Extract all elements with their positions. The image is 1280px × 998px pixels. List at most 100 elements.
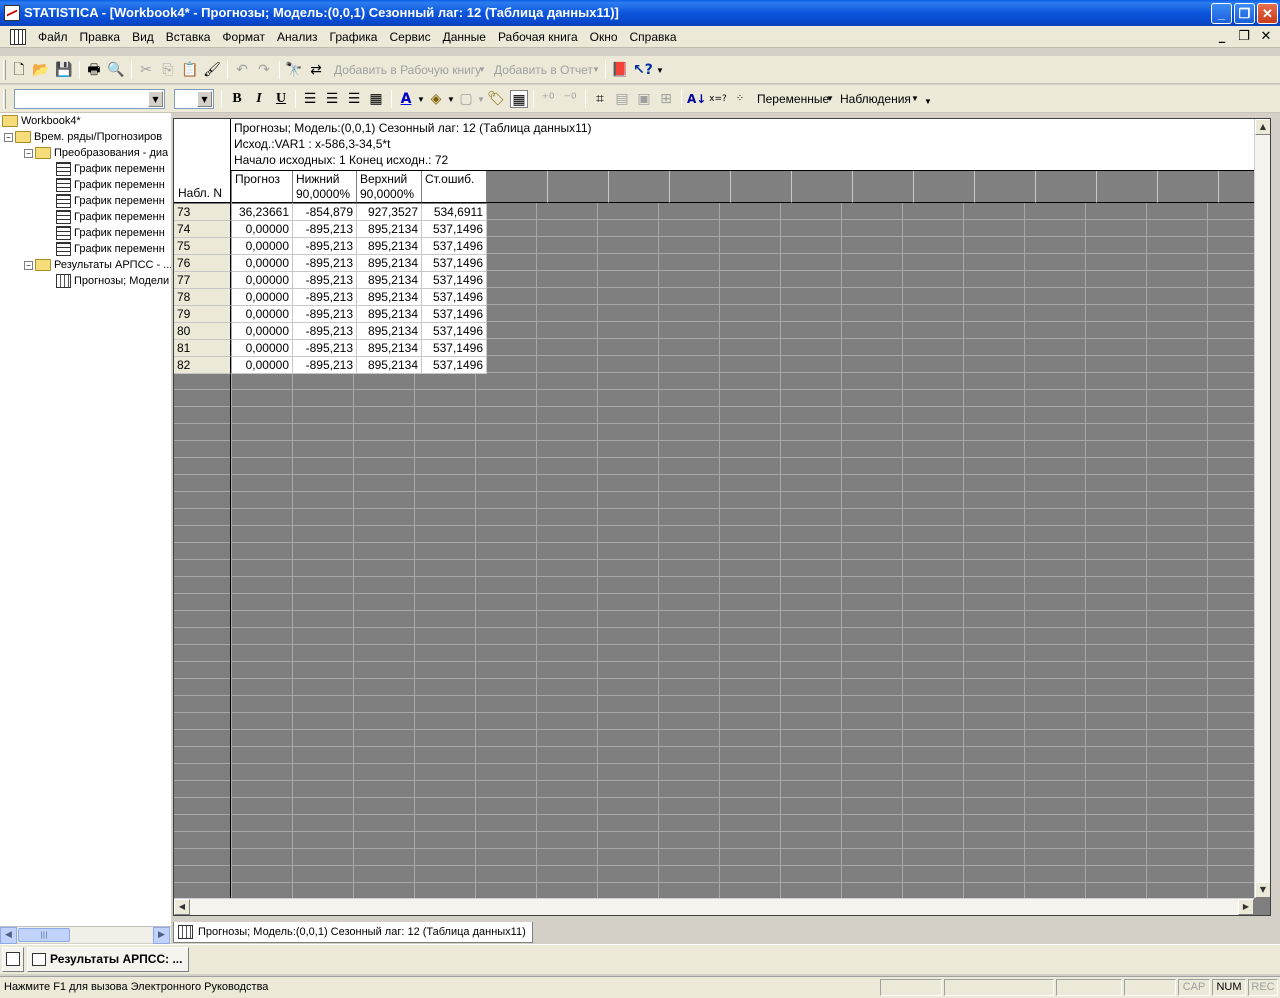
variables-menu-button[interactable]: Переменные bbox=[757, 92, 829, 106]
chevron-down-icon[interactable]: ▼ bbox=[477, 95, 485, 104]
align-left-icon[interactable]: ☰ bbox=[301, 90, 319, 108]
table-cell[interactable]: 895,2134 bbox=[357, 306, 422, 323]
tree-item-graph[interactable]: График переменн bbox=[56, 161, 165, 177]
corner-cell[interactable]: Набл. N bbox=[174, 119, 231, 203]
table-cell[interactable]: 537,1496 bbox=[422, 272, 487, 289]
crop-icon[interactable]: ⌗ bbox=[591, 90, 609, 108]
tree-item-graph[interactable]: График переменн bbox=[56, 225, 165, 241]
print-table-icon[interactable]: ⊞ bbox=[657, 90, 675, 108]
sheet-tab[interactable]: Прогнозы; Модель:(0,0,1) Сезонный лаг: 1… bbox=[173, 922, 533, 943]
scroll-thumb[interactable]: ||| bbox=[18, 928, 70, 942]
document-icon[interactable] bbox=[10, 29, 26, 45]
table-cell[interactable]: 0,00000 bbox=[232, 323, 293, 340]
scroll-up-icon[interactable]: ▲ bbox=[1255, 119, 1270, 135]
table-cell[interactable]: 537,1496 bbox=[422, 255, 487, 272]
table-cell[interactable]: 537,1496 bbox=[422, 306, 487, 323]
chevron-down-icon[interactable]: ▼ bbox=[417, 95, 425, 104]
column-header[interactable]: Прогноз bbox=[232, 171, 293, 203]
table-cell[interactable]: 0,00000 bbox=[232, 289, 293, 306]
column-header[interactable]: Верхний 90,0000% bbox=[357, 171, 422, 203]
align-right-icon[interactable]: ☰ bbox=[345, 90, 363, 108]
table-cell[interactable]: 537,1496 bbox=[422, 323, 487, 340]
open-folder-icon[interactable]: 📂 bbox=[32, 61, 50, 79]
chevron-down-icon[interactable]: ▼ bbox=[478, 65, 486, 74]
menu-item[interactable]: Справка bbox=[624, 30, 683, 44]
tree-item-graph[interactable]: График переменн bbox=[56, 209, 165, 225]
menu-item[interactable]: Сервис bbox=[383, 30, 436, 44]
empty-column-header[interactable] bbox=[670, 171, 731, 203]
fill-color-icon[interactable]: ◈ bbox=[427, 90, 445, 108]
menu-item[interactable]: Рабочая книга bbox=[492, 30, 584, 44]
window-button-arima-results[interactable]: Результаты АРПСС: ... bbox=[27, 947, 190, 972]
table-cell[interactable]: 0,00000 bbox=[232, 306, 293, 323]
empty-column-header[interactable] bbox=[853, 171, 914, 203]
table-cell[interactable]: 0,00000 bbox=[232, 272, 293, 289]
empty-column-header[interactable] bbox=[1158, 171, 1219, 203]
statistica-window-button[interactable] bbox=[2, 947, 24, 972]
mdi-restore-button[interactable]: ❐ bbox=[1234, 28, 1254, 46]
add-to-workbook-button[interactable]: Добавить в Рабочую книгу bbox=[334, 63, 481, 77]
menu-item[interactable]: Вставка bbox=[160, 30, 217, 44]
menu-item[interactable]: Файл bbox=[32, 30, 74, 44]
borders-icon[interactable]: ▢ bbox=[457, 90, 475, 108]
table-cell[interactable]: -895,213 bbox=[293, 357, 357, 374]
tree-item-graph[interactable]: График переменн bbox=[56, 241, 165, 257]
chevron-down-icon[interactable]: ▼ bbox=[826, 94, 834, 103]
copy-icon[interactable]: ⎘ bbox=[159, 61, 177, 79]
table-options-icon[interactable]: ▣ bbox=[635, 90, 653, 108]
collapse-icon[interactable]: − bbox=[4, 132, 13, 142]
format-painter-icon[interactable]: 🖌 bbox=[203, 61, 221, 79]
empty-column-header[interactable] bbox=[792, 171, 853, 203]
table-cell[interactable]: 537,1496 bbox=[422, 340, 487, 357]
table-cell[interactable]: -895,213 bbox=[293, 289, 357, 306]
table-cell[interactable]: 537,1496 bbox=[422, 357, 487, 374]
row-header[interactable]: 82 bbox=[174, 357, 231, 374]
empty-column-header[interactable] bbox=[975, 171, 1036, 203]
collapse-icon[interactable]: − bbox=[24, 148, 33, 158]
empty-column-header[interactable] bbox=[914, 171, 975, 203]
table-cell[interactable]: 895,2134 bbox=[357, 238, 422, 255]
statistica-app-icon[interactable] bbox=[4, 5, 20, 21]
empty-column-header[interactable] bbox=[487, 171, 548, 203]
table-cell[interactable]: 0,00000 bbox=[232, 221, 293, 238]
empty-column-header[interactable] bbox=[1097, 171, 1158, 203]
row-header[interactable]: 76 bbox=[174, 255, 231, 272]
format-dialog-icon[interactable]: ▦ bbox=[367, 90, 385, 108]
tree-group-timeseries[interactable]: − Врем. ряды/Прогнозиров bbox=[4, 129, 162, 145]
redo-icon[interactable]: ↷ bbox=[255, 61, 273, 79]
row-header[interactable]: 78 bbox=[174, 289, 231, 306]
save-icon[interactable]: 💾 bbox=[55, 61, 73, 79]
print-icon[interactable]: 🖶 bbox=[85, 61, 103, 79]
tree-item-graph[interactable]: График переменн bbox=[56, 177, 165, 193]
chevron-down-icon[interactable]: ▼ bbox=[148, 91, 163, 107]
row-header[interactable]: 77 bbox=[174, 272, 231, 289]
paste-icon[interactable]: 📋 bbox=[181, 61, 199, 79]
toolbar-grip[interactable] bbox=[3, 89, 6, 109]
scroll-right-icon[interactable]: ▶ bbox=[1238, 899, 1254, 915]
observations-menu-button[interactable]: Наблюдения bbox=[840, 92, 911, 106]
empty-column-header[interactable] bbox=[548, 171, 609, 203]
table-cell[interactable]: -895,213 bbox=[293, 238, 357, 255]
restore-button[interactable]: ❐ bbox=[1234, 3, 1255, 24]
table-cell[interactable]: -854,879 bbox=[293, 204, 357, 221]
table-cell[interactable]: 0,00000 bbox=[232, 238, 293, 255]
tree-group-arima[interactable]: − Результаты АРПСС - ... bbox=[24, 257, 171, 273]
print-preview-icon[interactable]: 🔍 bbox=[107, 61, 125, 79]
table-cell[interactable]: -895,213 bbox=[293, 306, 357, 323]
empty-column-header[interactable] bbox=[1219, 171, 1256, 203]
close-button[interactable]: ✕ bbox=[1257, 3, 1278, 24]
grid-toggle-icon[interactable]: ▦ bbox=[510, 90, 528, 108]
find-binoculars-icon[interactable]: 🔭 bbox=[285, 61, 303, 79]
table-cell[interactable]: 895,2134 bbox=[357, 272, 422, 289]
table-cell[interactable]: -895,213 bbox=[293, 255, 357, 272]
chevron-down-icon[interactable]: ▼ bbox=[447, 95, 455, 104]
table-cell[interactable]: 895,2134 bbox=[357, 255, 422, 272]
vertical-scrollbar[interactable]: ▲ ▼ bbox=[1254, 119, 1270, 898]
italic-button[interactable]: I bbox=[250, 90, 268, 108]
column-header[interactable]: Нижний 90,0000% bbox=[293, 171, 357, 203]
table-cell[interactable]: 36,23661 bbox=[232, 204, 293, 221]
sort-icon[interactable]: A↓ bbox=[687, 90, 706, 108]
bold-button[interactable]: B bbox=[228, 90, 246, 108]
font-color-icon[interactable]: A bbox=[397, 90, 415, 108]
increase-decimal-icon[interactable]: ⁺⁰ bbox=[539, 90, 557, 108]
